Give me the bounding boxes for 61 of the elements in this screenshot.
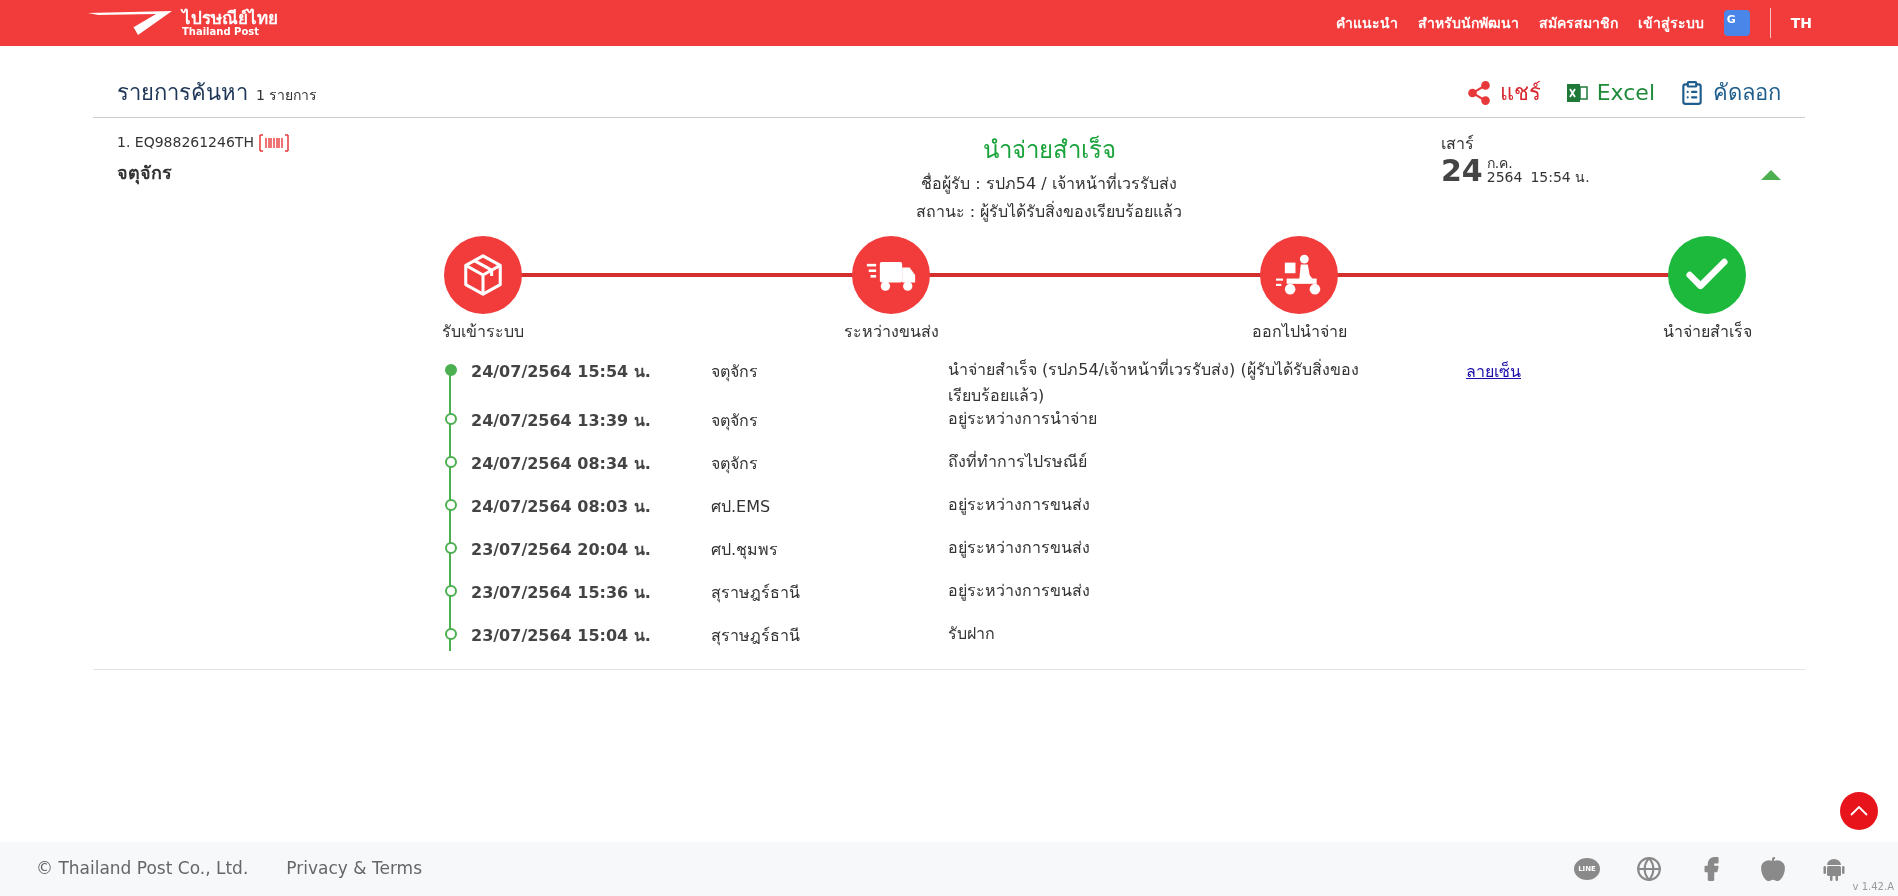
event-time: 23/07/2564 15:36 น. [471, 582, 652, 604]
scroll-to-top-button[interactable] [1840, 792, 1878, 830]
step-label: ออกไปนำจ่าย [1251, 321, 1347, 343]
event-description: ถึงที่ทำการไปรษณีย์ [948, 450, 1088, 473]
month: ก.ค. [1486, 156, 1514, 170]
excel-button[interactable]: Excel [1564, 76, 1655, 109]
nav-link[interactable]: สมัครสมาชิก [1538, 12, 1618, 34]
barcode-icon[interactable] [257, 132, 290, 153]
event-description: อยู่ระหว่างการนำจ่าย [948, 408, 1098, 431]
time: 15:54 น. [1530, 170, 1590, 184]
step-label: ระหว่างขนส่ง [843, 321, 939, 343]
event-location: จตุจักร [711, 453, 759, 476]
event-time: 24/07/2564 08:03 น. [471, 496, 652, 518]
event-time: 23/07/2564 15:04 น. [471, 625, 652, 647]
delivery-status: นำจ่ายสำเร็จ [982, 134, 1116, 166]
nav-link[interactable]: เข้าสู่ระบบ [1637, 12, 1704, 34]
event-location: จตุจักร [711, 361, 759, 384]
step-label: นำจ่ายสำเร็จ [1662, 320, 1752, 343]
copy-button[interactable]: คัดลอก [1679, 76, 1781, 109]
event-location: สุราษฎร์ธานี [711, 625, 801, 648]
results-title: รายการค้นหา [117, 79, 248, 107]
delivery-state: สถานะ : ผู้รับได้รับสิ่งของเรียบร้อยแล้ว [915, 200, 1183, 224]
logo-title: ไปรษณีย์ไทย [182, 9, 278, 27]
event-description: นำจ่ายสำเร็จ (รปภ54/เจ้าหน้าที่เวรรับส่ง) (ผู้รับได้รับสิ่งของเรียบร้อยแล้ว) [948, 358, 1360, 407]
event-description: อยู่ระหว่างการขนส่ง [948, 494, 1091, 517]
day-number: 24 [1441, 156, 1483, 186]
globe-icon[interactable] [1636, 856, 1662, 882]
receiver-name: ชื่อผู้รับ : รปภ54 / เจ้าหน้าที่เวรรับส่ง [921, 172, 1177, 196]
event-time: 24/07/2564 08:34 น. [471, 453, 652, 475]
event-location: ศป.ชุมพร [711, 539, 780, 562]
weekday: เสาร์ [1441, 133, 1475, 155]
nav-link[interactable]: คำแนะนำ [1335, 12, 1398, 34]
event-description: รับฝาก [948, 623, 996, 645]
copyright-text: © Thailand Post Co., Ltd. [36, 857, 249, 881]
results-count: 1 รายการ [256, 86, 318, 105]
chevron-up-icon [1850, 806, 1868, 816]
event-description: อยู่ระหว่างการขนส่ง [948, 580, 1091, 603]
event-location: สุราษฎร์ธานี [711, 582, 801, 605]
android-icon[interactable] [1822, 856, 1846, 882]
translate-icon[interactable]: G [1723, 10, 1750, 36]
event-location: จตุจักร [711, 410, 759, 433]
destination-office: จตุจักร [117, 161, 173, 186]
nav-link[interactable]: สำหรับนักพัฒนา [1417, 12, 1519, 34]
version-label: v 1.42.A [1852, 880, 1894, 894]
step-label: รับเข้าระบบ [442, 321, 524, 343]
event-time: 24/07/2564 13:39 น. [471, 410, 652, 432]
share-icon [1465, 79, 1492, 106]
event-time: 24/07/2564 15:54 น. [471, 361, 652, 383]
tracking-number: 1. EQ988261246TH [117, 133, 254, 152]
signature-link[interactable]: ลายเซ็น [1466, 360, 1521, 384]
event-time: 23/07/2564 20:04 น. [471, 539, 652, 561]
collapse-arrow-icon[interactable] [1761, 168, 1781, 180]
language-selector[interactable]: TH [1790, 12, 1812, 34]
year: 2564 [1486, 170, 1523, 184]
event-description: อยู่ระหว่างการขนส่ง [948, 537, 1091, 560]
clipboard-icon [1679, 79, 1705, 106]
privacy-link[interactable]: Privacy & Terms [286, 856, 422, 882]
share-button[interactable]: แชร์ [1465, 76, 1541, 109]
event-location: ศป.EMS [711, 496, 772, 518]
logo-subtitle: Thailand Post [182, 26, 260, 37]
apple-icon[interactable] [1760, 856, 1786, 882]
